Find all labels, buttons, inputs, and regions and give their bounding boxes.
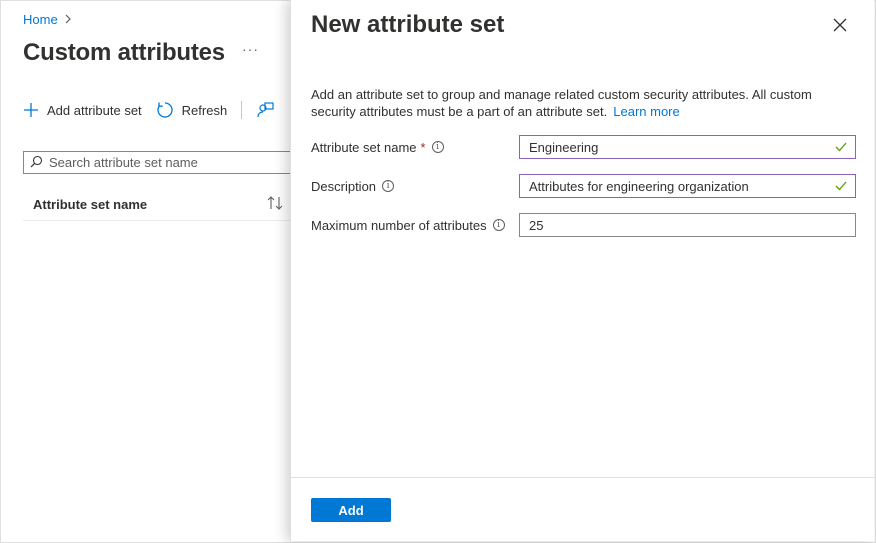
info-icon[interactable]: i: [492, 219, 505, 231]
search-icon: [30, 155, 43, 171]
panel-footer: Add: [291, 477, 875, 541]
check-icon: [835, 179, 847, 194]
max-attributes-value: 25: [529, 217, 544, 233]
panel-title: New attribute set: [311, 11, 505, 38]
info-icon[interactable]: i: [431, 141, 444, 153]
add-attribute-set-label: Add attribute set: [47, 102, 142, 118]
max-attributes-row: Maximum number of attributes i 25: [311, 213, 857, 237]
check-icon: [835, 140, 847, 155]
sort-icon[interactable]: [267, 196, 283, 213]
toolbar-divider: [241, 101, 243, 119]
more-icon[interactable]: ···: [242, 41, 259, 57]
required-mark: *: [420, 139, 426, 155]
feedback-button[interactable]: [256, 101, 274, 119]
add-button[interactable]: Add: [311, 498, 391, 522]
breadcrumb-home-link[interactable]: Home: [23, 12, 58, 27]
attribute-set-name-value: Engineering: [529, 139, 599, 155]
column-header-label: Attribute set name: [33, 197, 148, 212]
description-value: Attributes for engineering organization: [529, 178, 749, 194]
panel-description: Add an attribute set to group and manage…: [311, 86, 831, 120]
learn-more-link[interactable]: Learn more: [613, 104, 679, 119]
max-attributes-label: Maximum number of attributes i: [311, 218, 519, 233]
attribute-set-name-field[interactable]: Engineering: [519, 135, 856, 159]
chevron-right-icon: [64, 13, 72, 27]
column-header-attribute-set-name[interactable]: Attribute set name: [23, 189, 291, 221]
breadcrumb: Home: [23, 12, 72, 27]
page-title: Custom attributes: [23, 39, 225, 66]
info-icon[interactable]: i: [382, 180, 395, 192]
refresh-label: Refresh: [181, 102, 228, 118]
refresh-button[interactable]: Refresh: [156, 101, 228, 119]
max-attributes-field[interactable]: 25: [519, 213, 856, 237]
description-label-text: Description: [311, 178, 377, 194]
description-field[interactable]: Attributes for engineering organization: [519, 174, 856, 198]
attribute-set-name-row: Attribute set name * i Engineering: [311, 135, 857, 159]
plus-icon: [23, 102, 39, 118]
max-attributes-label-text: Maximum number of attributes: [311, 217, 487, 233]
add-attribute-set-button[interactable]: Add attribute set: [23, 102, 142, 118]
new-attribute-set-panel: New attribute set Add an attribute set t…: [290, 0, 875, 541]
close-icon[interactable]: [829, 14, 851, 36]
search-input[interactable]: Search attribute set name: [23, 151, 313, 174]
description-row: Description i Attributes for engineering…: [311, 174, 857, 198]
panel-description-text: Add an attribute set to group and manage…: [311, 87, 812, 119]
attribute-set-name-label-text: Attribute set name: [311, 139, 417, 155]
description-label: Description i: [311, 179, 519, 194]
attribute-set-name-label: Attribute set name * i: [311, 140, 519, 155]
search-placeholder: Search attribute set name: [49, 155, 198, 170]
feedback-icon: [256, 101, 274, 119]
toolbar: Add attribute set Refresh: [23, 101, 288, 119]
refresh-icon: [156, 101, 174, 119]
